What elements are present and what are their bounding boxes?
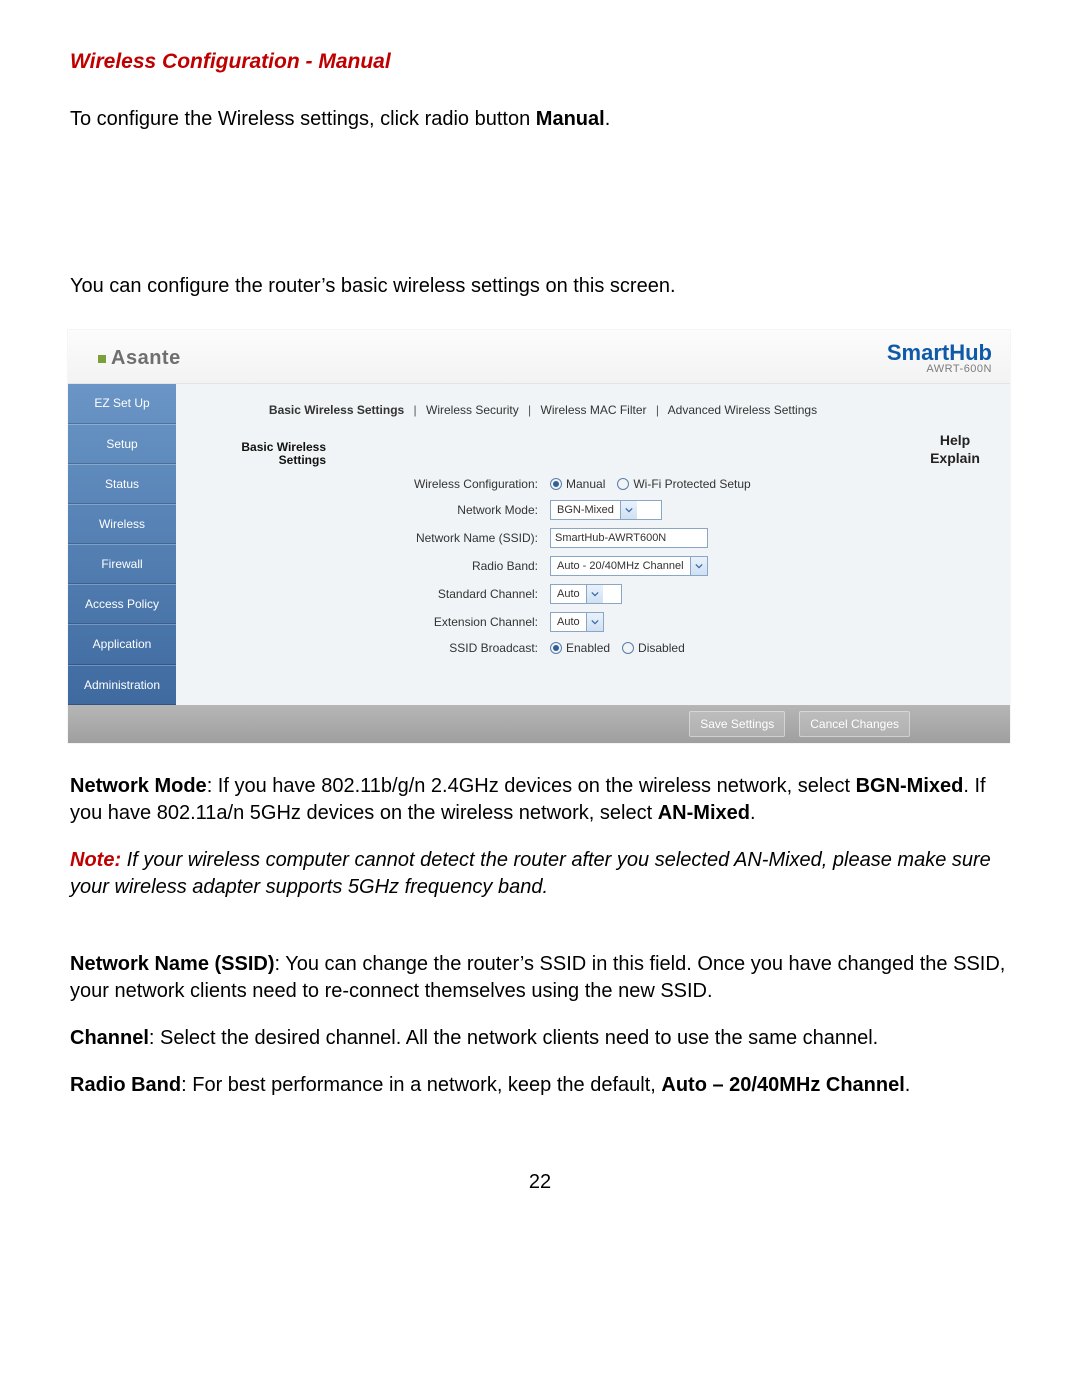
radio-wifi-protected-setup[interactable]: Wi-Fi Protected Setup <box>617 476 750 492</box>
nav-application[interactable]: Application <box>68 624 176 664</box>
select-value: BGN-Mixed <box>551 503 620 518</box>
nav-firewall[interactable]: Firewall <box>68 544 176 584</box>
bold-text: Auto – 20/40MHz Channel <box>661 1074 904 1096</box>
text: To configure the Wireless settings, clic… <box>70 108 536 130</box>
note-text: If your wireless computer cannot detect … <box>70 849 991 898</box>
logo-square-icon <box>98 355 106 363</box>
bold-text: Channel <box>70 1027 149 1049</box>
network-mode-paragraph: Network Mode: If you have 802.11b/g/n 2.… <box>70 773 1010 827</box>
radio-manual[interactable]: Manual <box>550 476 605 492</box>
radio-label: Wi-Fi Protected Setup <box>633 476 750 492</box>
bold-text: BGN-Mixed <box>856 775 964 797</box>
bold-text: Network Mode <box>70 775 207 797</box>
radio-band-paragraph: Radio Band: For best performance in a ne… <box>70 1072 1010 1099</box>
bold-text: AN-Mixed <box>658 802 750 824</box>
nav-administration[interactable]: Administration <box>68 665 176 705</box>
bold-text: Network Name (SSID) <box>70 953 275 975</box>
select-radio-band[interactable]: Auto - 20/40MHz Channel <box>550 556 708 576</box>
radio-label: Manual <box>566 476 605 492</box>
chevron-down-icon <box>586 585 603 603</box>
select-network-mode[interactable]: BGN-Mixed <box>550 500 662 520</box>
note-label: Note: <box>70 849 121 871</box>
radio-label: Enabled <box>566 640 610 656</box>
text: . <box>905 1074 911 1096</box>
tab-basic-wireless[interactable]: Basic Wireless Settings <box>269 403 404 417</box>
help-line: Explain <box>910 450 1000 468</box>
text: . <box>605 108 611 130</box>
bold-text: Manual <box>536 108 605 130</box>
page-number: 22 <box>70 1169 1010 1196</box>
cancel-changes-button[interactable]: Cancel Changes <box>799 711 910 737</box>
router-admin-screenshot: Asante SmartHub AWRT-600N EZ Set Up Setu… <box>68 330 1010 743</box>
bold-text: Radio Band <box>70 1074 181 1096</box>
router-header: Asante SmartHub AWRT-600N <box>68 330 1010 384</box>
nav-access-policy[interactable]: Access Policy <box>68 584 176 624</box>
text: . <box>750 802 756 824</box>
input-ssid[interactable] <box>550 528 708 548</box>
select-value: Auto - 20/40MHz Channel <box>551 559 690 574</box>
logo-text: Asante <box>111 345 181 372</box>
tab-wireless-security[interactable]: Wireless Security <box>426 403 519 417</box>
tab-advanced-wireless[interactable]: Advanced Wireless Settings <box>668 403 817 417</box>
section-title: Wireless Configuration - Manual <box>70 48 1010 76</box>
text: : If you have 802.11b/g/n 2.4GHz devices… <box>207 775 856 797</box>
select-extension-channel[interactable]: Auto <box>550 612 604 632</box>
tab-mac-filter[interactable]: Wireless MAC Filter <box>541 403 647 417</box>
tab-separator: | <box>650 403 665 417</box>
router-footer: Save Settings Cancel Changes <box>68 705 1010 743</box>
tab-separator: | <box>408 403 423 417</box>
label-network-name-ssid: Network Name (SSID): <box>416 530 538 546</box>
intro-paragraph-1: To configure the Wireless settings, clic… <box>70 106 1010 133</box>
tab-separator: | <box>522 403 537 417</box>
nav-setup[interactable]: Setup <box>68 424 176 464</box>
label-wireless-configuration: Wireless Configuration: <box>414 476 538 492</box>
select-value: Auto <box>551 615 586 630</box>
intro-paragraph-2: You can configure the router’s basic wir… <box>70 273 1010 300</box>
radio-ssid-enabled[interactable]: Enabled <box>550 640 610 656</box>
label-ssid-broadcast: SSID Broadcast: <box>449 640 538 656</box>
brand-name: SmartHub <box>887 342 992 364</box>
wireless-tabs: Basic Wireless Settings | Wireless Secur… <box>186 398 900 430</box>
text: Settings <box>279 453 326 467</box>
channel-paragraph: Channel: Select the desired channel. All… <box>70 1025 1010 1052</box>
save-settings-button[interactable]: Save Settings <box>689 711 785 737</box>
wireless-settings-form: Basic Wireless Settings Wireless Configu… <box>186 431 900 681</box>
help-line: Help <box>910 432 1000 450</box>
model-name: AWRT-600N <box>887 364 992 375</box>
nav-ez-setup[interactable]: EZ Set Up <box>68 384 176 423</box>
note-paragraph: Note: If your wireless computer cannot d… <box>70 847 1010 901</box>
brand-block: SmartHub AWRT-600N <box>887 342 992 375</box>
ssid-paragraph: Network Name (SSID): You can change the … <box>70 951 1010 1005</box>
label-extension-channel: Extension Channel: <box>434 614 538 630</box>
chevron-down-icon <box>690 557 707 575</box>
label-radio-band: Radio Band: <box>472 558 538 574</box>
radio-ssid-disabled[interactable]: Disabled <box>622 640 685 656</box>
select-value: Auto <box>551 587 586 602</box>
select-standard-channel[interactable]: Auto <box>550 584 622 604</box>
asante-logo: Asante <box>98 345 181 372</box>
nav-status[interactable]: Status <box>68 464 176 504</box>
radio-dot-icon <box>550 642 562 654</box>
radio-dot-icon <box>622 642 634 654</box>
text: : Select the desired channel. All the ne… <box>149 1027 878 1049</box>
help-pane[interactable]: Help Explain <box>910 384 1010 705</box>
radio-dot-icon <box>617 478 629 490</box>
text: : For best performance in a network, kee… <box>181 1074 661 1096</box>
side-nav: EZ Set Up Setup Status Wireless Firewall… <box>68 384 176 705</box>
nav-wireless[interactable]: Wireless <box>68 504 176 544</box>
label-network-mode: Network Mode: <box>457 502 538 518</box>
radio-dot-icon <box>550 478 562 490</box>
chevron-down-icon <box>620 501 637 519</box>
chevron-down-icon <box>586 613 603 631</box>
text: Basic Wireless <box>241 440 326 454</box>
label-standard-channel: Standard Channel: <box>438 586 538 602</box>
radio-label: Disabled <box>638 640 685 656</box>
form-section-label: Basic Wireless Settings <box>241 441 326 469</box>
